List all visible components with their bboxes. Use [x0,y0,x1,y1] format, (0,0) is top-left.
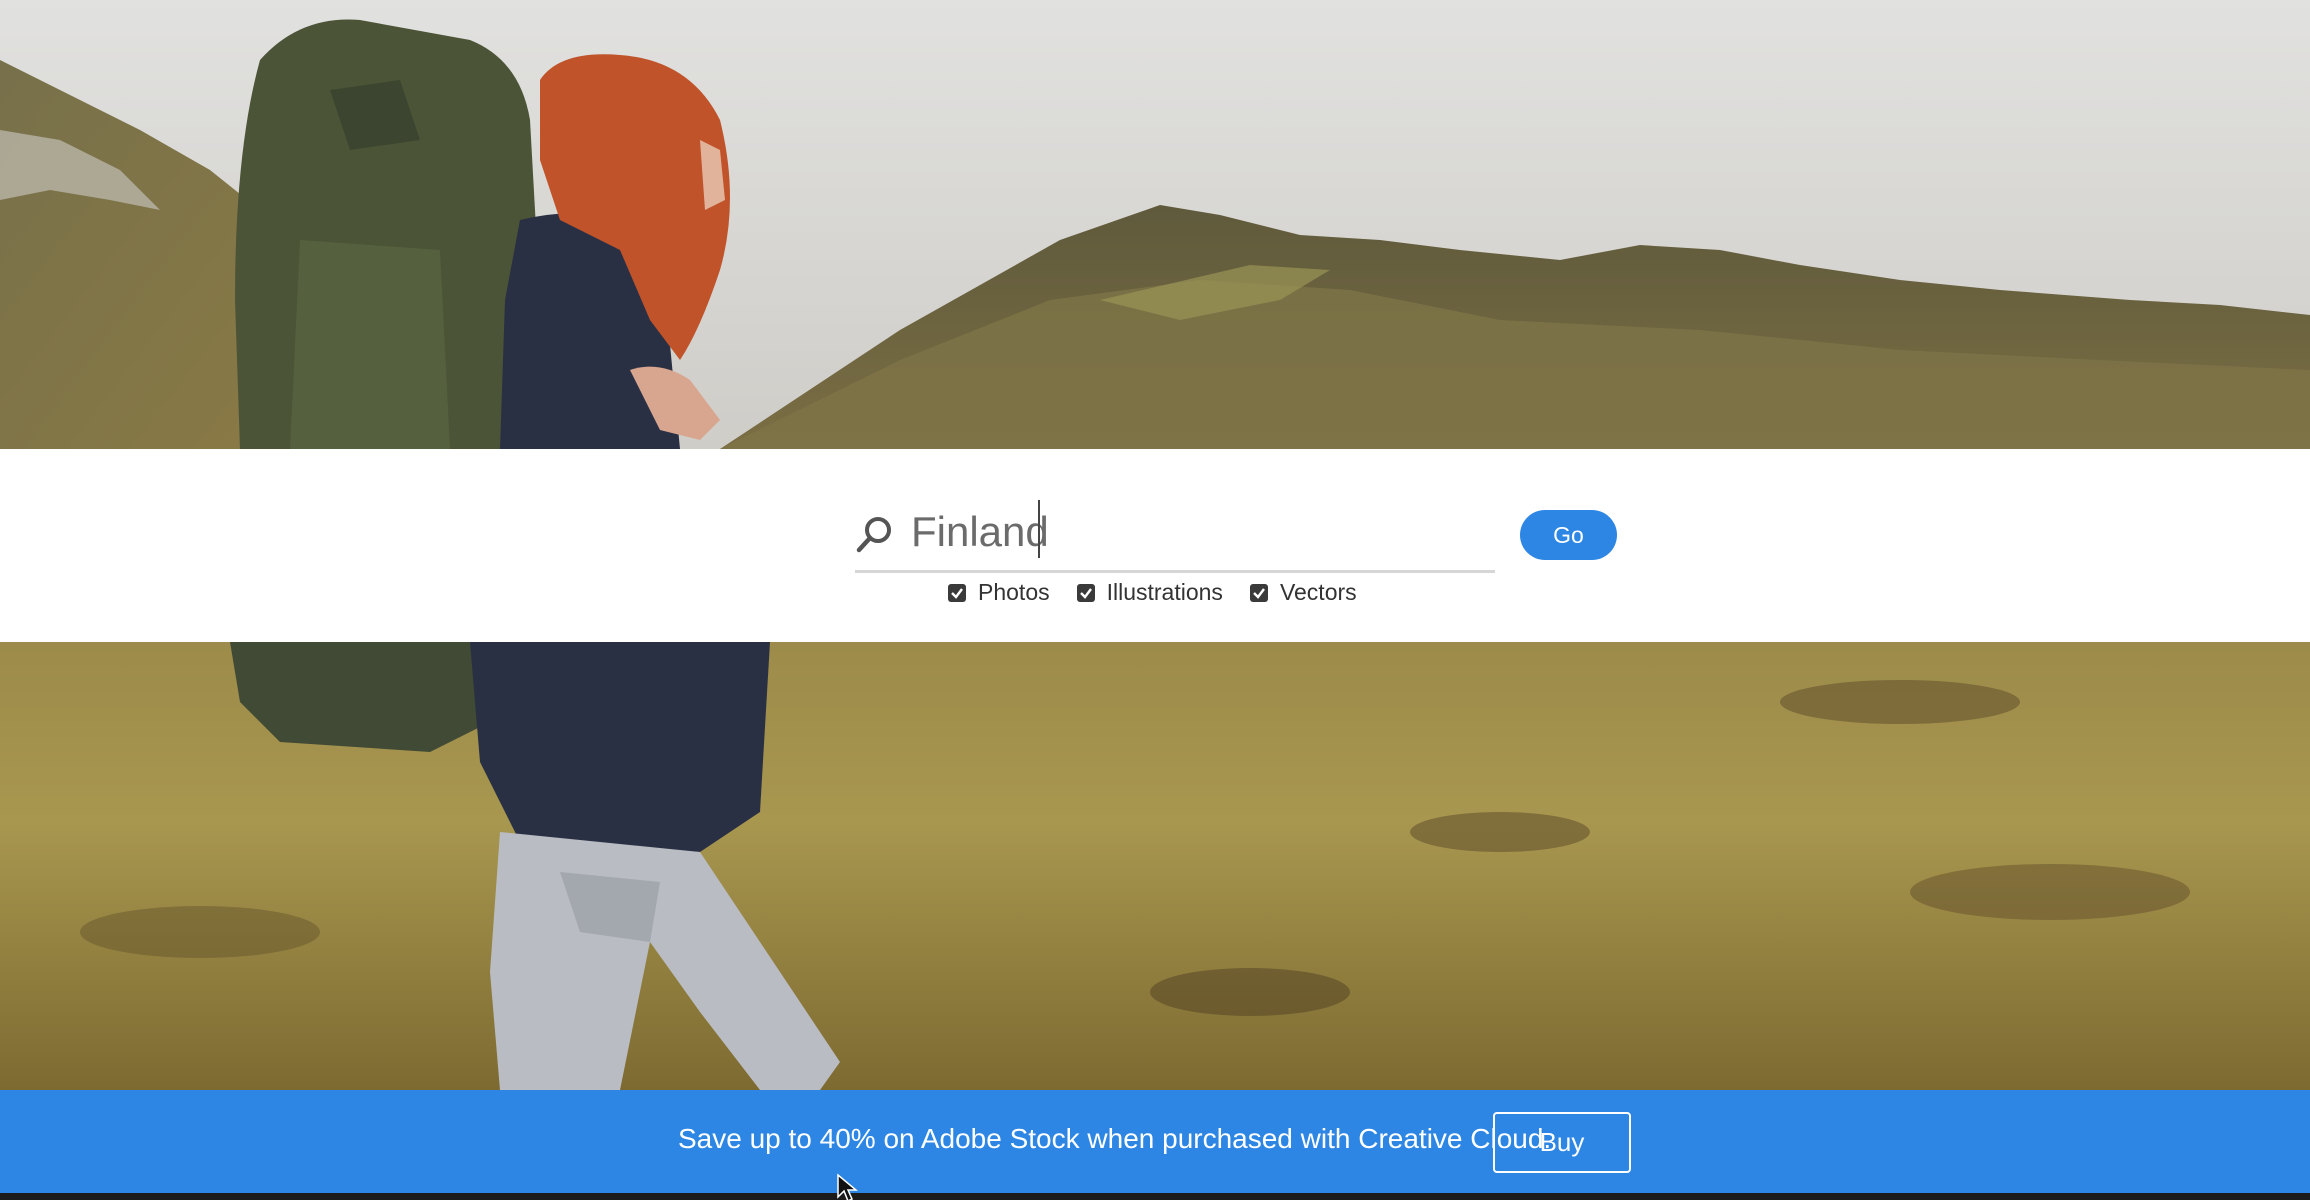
filter-photos[interactable]: Photos [948,579,1050,606]
stock-landing-page: Go Photos Illustrations Vectors [0,0,2310,1200]
filter-illustrations[interactable]: Illustrations [1076,579,1223,606]
search-input[interactable] [911,500,1481,564]
go-button[interactable]: Go [1520,510,1617,560]
buy-button[interactable]: Buy [1493,1112,1631,1173]
search-bar[interactable] [855,494,1495,573]
filter-illustrations-label: Illustrations [1106,579,1223,605]
photos-checkbox[interactable] [948,583,966,602]
hero-image-top [0,0,2310,449]
hero-image-bottom [0,642,2310,1090]
promo-text: Save up to 40% on Adobe Stock when purch… [678,1123,1552,1154]
filter-vectors-label: Vectors [1279,579,1357,605]
filter-vectors[interactable]: Vectors [1249,579,1357,606]
mouse-cursor-icon [836,1173,859,1200]
promo-banner: Save up to 40% on Adobe Stock when purch… [0,1090,2310,1193]
search-icon [855,514,895,554]
bottom-strip [0,1193,2310,1200]
text-caret [1038,500,1040,558]
search-panel: Go Photos Illustrations Vectors [0,449,2310,642]
illustrations-checkbox[interactable] [1076,583,1095,602]
vectors-checkbox[interactable] [1249,583,1268,602]
content-type-filters: Photos Illustrations Vectors [948,579,1384,606]
filter-photos-label: Photos [978,579,1050,605]
